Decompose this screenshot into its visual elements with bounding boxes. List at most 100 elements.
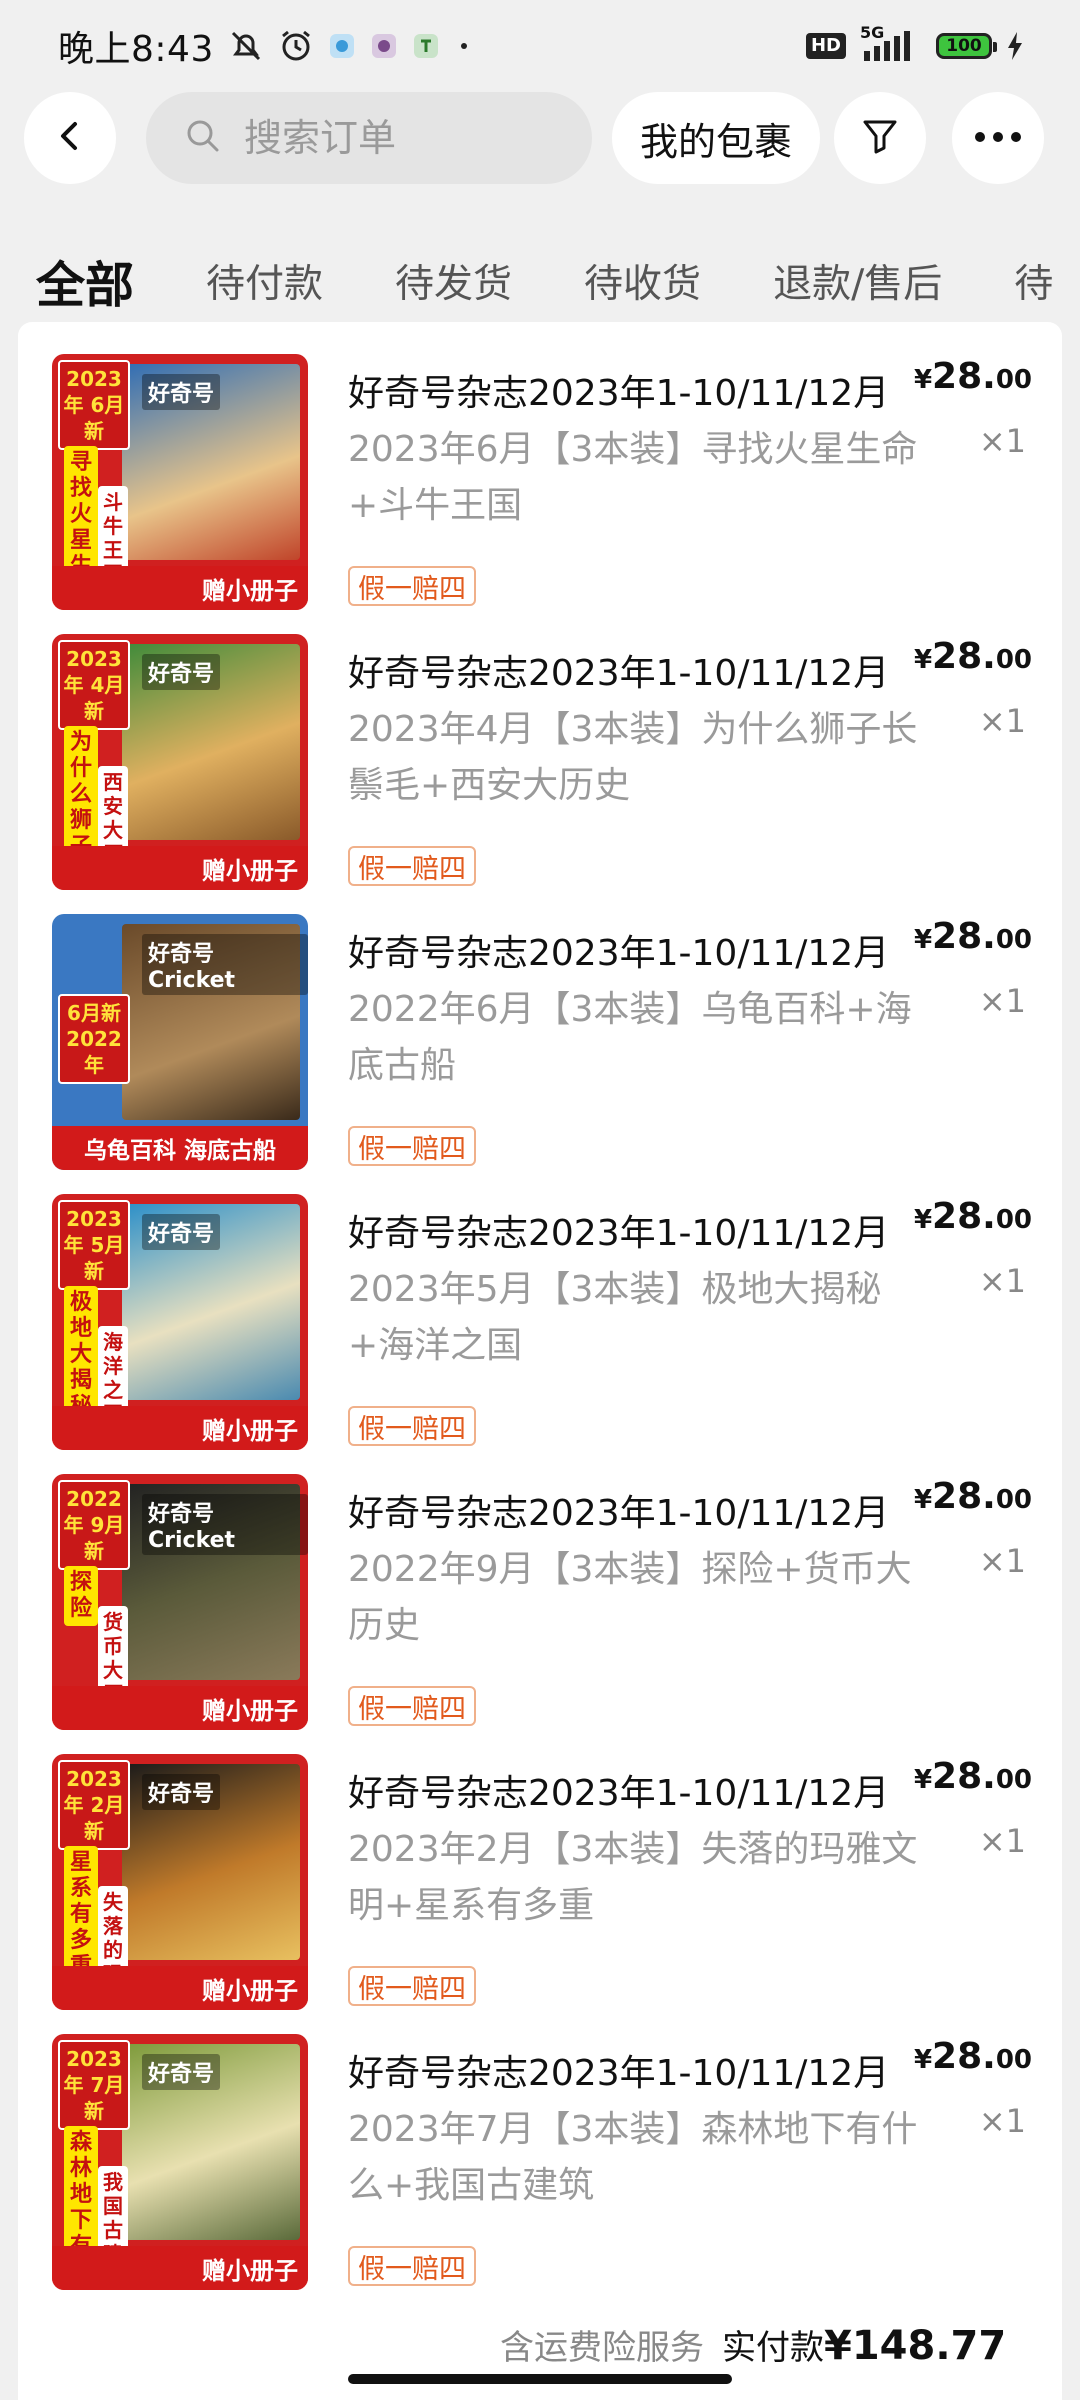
more-notifications-dot-icon [454, 36, 474, 56]
chevron-left-icon [52, 118, 88, 158]
product-title[interactable]: 好奇号杂志2023年1-10/11/12月 [348, 644, 908, 696]
battery-level: 100 [946, 36, 982, 56]
product-quantity: ×1 [978, 1262, 1026, 1300]
top-bar: 我的包裹 [0, 92, 1080, 202]
thumbnail-ribbon: 赠小册子 [52, 2246, 308, 2290]
tab-pending-receipt[interactable]: 待收货 [584, 253, 701, 309]
search-bar[interactable] [146, 92, 592, 184]
status-icons-right: HD 5G 100 [805, 23, 1024, 63]
product-quantity: ×1 [978, 422, 1026, 460]
thumbnail-side-text: 极地大揭秘 [64, 1286, 98, 1424]
more-button[interactable] [952, 92, 1044, 184]
product-thumbnail[interactable]: 好奇号 Cricket 6月新 2022年 乌龟百科 海底古船 [52, 914, 308, 1170]
order-item[interactable]: 好奇号 2023年 6月新 寻找火星生命 斗牛王国 赠小册子 好奇号杂志2023… [18, 322, 1062, 610]
status-bar: 晚上8:43 HD 5G 100 [0, 0, 1080, 92]
battery-icon: 100 [936, 33, 997, 59]
thumbnail-cover-title: 好奇号 [142, 2054, 221, 2090]
signal-icon: 5G [860, 23, 922, 63]
tab-pending-payment[interactable]: 待付款 [206, 253, 323, 309]
search-input[interactable] [244, 116, 564, 160]
product-price: ¥28.00 [913, 1196, 1032, 1237]
thumbnail-side-text: 星系有多重 [64, 1846, 98, 1984]
product-title[interactable]: 好奇号杂志2023年1-10/11/12月 [348, 1204, 908, 1256]
tab-refund-aftersales[interactable]: 退款/售后 [773, 253, 942, 309]
thumbnail-badge: 2022年 9月新 [58, 1480, 130, 1570]
app-notification-icon [328, 32, 356, 60]
thumbnail-badge: 2023年 7月新 [58, 2040, 130, 2130]
charging-icon [1006, 31, 1024, 61]
thumbnail-badge: 2023年 4月新 [58, 640, 130, 730]
product-thumbnail[interactable]: 好奇号 2023年 2月新 星系有多重 失落的玛雅文明 赠小册子 [52, 1754, 308, 2010]
thumbnail-cover-title: 好奇号 [142, 654, 221, 690]
thumbnail-cover-title: 好奇号 [142, 374, 221, 410]
product-thumbnail[interactable]: 好奇号 Cricket 2022年 9月新 探险 货币大历史 赠小册子 [52, 1474, 308, 1730]
tab-pending-shipment[interactable]: 待发货 [395, 253, 512, 309]
product-thumbnail[interactable]: 好奇号 2023年 7月新 森林地下有什么 我国古建筑 赠小册子 [52, 2034, 308, 2290]
product-quantity: ×1 [978, 702, 1026, 740]
order-item[interactable]: 好奇号 Cricket 2022年 9月新 探险 货币大历史 赠小册子 好奇号杂… [18, 1442, 1062, 1730]
thumbnail-badge: 2023年 6月新 [58, 360, 130, 450]
product-spec: 2023年7月【3本装】森林地下有什么+我国古建筑 [348, 2109, 918, 2206]
product-tag: 假一赔四 [348, 1686, 476, 1726]
product-price: ¥28.00 [913, 1476, 1032, 1517]
product-spec: 2023年6月【3本装】寻找火星生命+斗牛王国 [348, 429, 918, 526]
hd-badge: HD [805, 33, 846, 59]
search-icon [184, 117, 222, 159]
thumbnail-badge: 6月新 2022年 [58, 994, 130, 1084]
product-quantity: ×1 [978, 1542, 1026, 1580]
product-title[interactable]: 好奇号杂志2023年1-10/11/12月 [348, 2044, 908, 2096]
product-thumbnail[interactable]: 好奇号 2023年 4月新 为什么狮子长鬃毛 西安大历史 赠小册子 [52, 634, 308, 890]
product-spec: 2023年5月【3本装】极地大揭秘+海洋之国 [348, 1269, 882, 1366]
product-quantity: ×1 [978, 982, 1026, 1020]
filter-icon [860, 116, 900, 160]
product-tag: 假一赔四 [348, 566, 476, 606]
tab-partial[interactable]: 待 [1014, 253, 1053, 309]
status-icons-left [228, 28, 474, 64]
home-indicator[interactable] [348, 2374, 732, 2384]
filter-button[interactable] [834, 92, 926, 184]
order-item[interactable]: 好奇号 Cricket 6月新 2022年 乌龟百科 海底古船 好奇号杂志202… [18, 882, 1062, 1170]
order-item[interactable]: 好奇号 2023年 4月新 为什么狮子长鬃毛 西安大历史 赠小册子 好奇号杂志2… [18, 602, 1062, 890]
more-dots-icon [973, 129, 1023, 148]
tab-all[interactable]: 全部 [36, 246, 134, 317]
product-spec: 2023年4月【3本装】为什么狮子长鬃毛+西安大历史 [348, 709, 918, 806]
shipping-insurance-note: 含运费险服务 [500, 2328, 704, 2368]
order-card: 好奇号 2023年 6月新 寻找火星生命 斗牛王国 赠小册子 好奇号杂志2023… [18, 322, 1062, 2400]
order-item[interactable]: 好奇号 2023年 5月新 极地大揭秘 海洋之国 赠小册子 好奇号杂志2023年… [18, 1162, 1062, 1450]
product-tag: 假一赔四 [348, 1406, 476, 1446]
my-packages-button[interactable]: 我的包裹 [612, 92, 820, 184]
product-price: ¥28.00 [913, 356, 1032, 397]
product-thumbnail[interactable]: 好奇号 2023年 6月新 寻找火星生命 斗牛王国 赠小册子 [52, 354, 308, 610]
thumbnail-badge: 2023年 5月新 [58, 1200, 130, 1290]
paid-label: 实付款 [722, 2328, 824, 2368]
order-item[interactable]: 好奇号 2023年 7月新 森林地下有什么 我国古建筑 赠小册子 好奇号杂志20… [18, 2002, 1062, 2290]
thumbnail-cover-title: 好奇号 Cricket [142, 1494, 308, 1555]
product-price: ¥28.00 [913, 1756, 1032, 1797]
back-button[interactable] [24, 92, 116, 184]
product-spec: 2022年6月【3本装】乌龟百科+海底古船 [348, 989, 912, 1086]
network-type: 5G [860, 23, 885, 42]
product-title[interactable]: 好奇号杂志2023年1-10/11/12月 [348, 364, 908, 416]
product-title[interactable]: 好奇号杂志2023年1-10/11/12月 [348, 1764, 908, 1816]
product-price: ¥28.00 [913, 916, 1032, 957]
status-time: 晚上8:43 [58, 29, 214, 70]
thumbnail-cover-title: 好奇号 Cricket [142, 934, 308, 995]
product-quantity: ×1 [978, 1822, 1026, 1860]
thumbnail-cover-title: 好奇号 [142, 1774, 221, 1810]
app-notification-icon [412, 32, 440, 60]
product-price: ¥28.00 [913, 636, 1032, 677]
product-price: ¥28.00 [913, 2036, 1032, 2077]
order-summary: 含运费险服务 实付款¥148.77 [500, 2320, 1006, 2369]
product-quantity: ×1 [978, 2102, 1026, 2140]
product-tag: 假一赔四 [348, 1966, 476, 2006]
thumbnail-cover-title: 好奇号 [142, 1214, 221, 1250]
app-notification-icon [370, 32, 398, 60]
mute-icon [228, 28, 264, 64]
product-title[interactable]: 好奇号杂志2023年1-10/11/12月 [348, 924, 908, 976]
order-item[interactable]: 好奇号 2023年 2月新 星系有多重 失落的玛雅文明 赠小册子 好奇号杂志20… [18, 1722, 1062, 2010]
thumbnail-side-text: 探险 [64, 1566, 98, 1626]
product-tag: 假一赔四 [348, 2246, 476, 2286]
alarm-icon [278, 28, 314, 64]
product-title[interactable]: 好奇号杂志2023年1-10/11/12月 [348, 1484, 908, 1536]
product-thumbnail[interactable]: 好奇号 2023年 5月新 极地大揭秘 海洋之国 赠小册子 [52, 1194, 308, 1450]
